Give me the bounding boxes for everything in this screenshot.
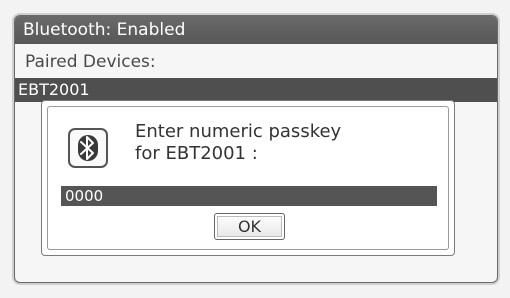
ok-button[interactable]: OK <box>214 213 285 240</box>
paired-devices-label: Paired Devices: <box>25 52 156 72</box>
device-list-item[interactable]: EBT2001 <box>15 78 497 102</box>
bluetooth-icon <box>68 128 108 168</box>
prompt-line-1: Enter numeric passkey <box>135 121 342 142</box>
prompt-line-2: for EBT2001 : <box>135 143 258 164</box>
window-title: Bluetooth: Enabled <box>15 16 497 44</box>
passkey-input[interactable]: 0000 <box>61 186 437 206</box>
passkey-prompt: Enter numeric passkey for EBT2001 : <box>135 121 341 165</box>
